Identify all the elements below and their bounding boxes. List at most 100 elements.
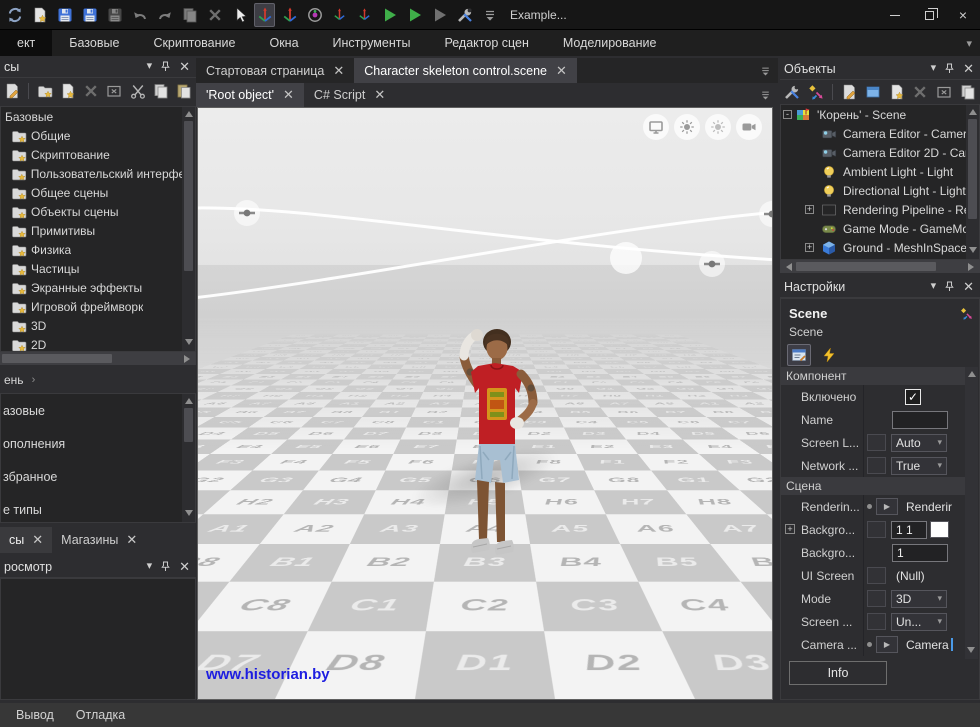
expand-button[interactable]: ▶ [876,636,898,653]
close-button[interactable]: × [946,0,980,30]
scroll-up-icon[interactable] [185,398,193,404]
resource-group-1[interactable]: ополнения [1,427,195,460]
play-scene-icon[interactable] [379,3,400,27]
scroll-up-icon[interactable] [968,371,976,377]
bottom-tab-1[interactable]: Отладка [76,708,125,722]
resource-group-3[interactable]: е типы [1,493,195,526]
scroll-down-icon[interactable] [185,510,193,516]
objects-tree-item-2[interactable]: Camera Editor 2D - Cam [781,143,979,162]
text-input[interactable] [892,411,948,429]
objects-tree-item-6[interactable]: Game Mode - GameMode [781,219,979,238]
resource-group-2[interactable]: збранное [1,460,195,493]
tree-expander-icon[interactable]: - [783,110,792,119]
resources-folder-5[interactable]: Примитивы [1,221,195,240]
resource-group-0[interactable]: азовые [1,394,195,427]
color-value-input[interactable]: 1 1 [891,521,927,539]
duplicate-object-icon[interactable] [958,80,977,104]
bottom-tab-0[interactable]: Вывод [16,708,54,722]
resources-folder-11[interactable]: 2D [1,335,195,352]
duplicate-icon[interactable] [179,3,200,27]
objects-tree-item-3[interactable]: Ambient Light - Light [781,162,979,181]
objects-tree-item-0[interactable]: -'Корень' - Scene [781,105,979,124]
scroll-up-icon[interactable] [969,109,977,115]
tree-expander-icon[interactable]: + [805,243,814,252]
resources-folder-10[interactable]: 3D [1,316,195,335]
dropdown[interactable]: True▾ [891,457,947,475]
new-object-icon[interactable] [887,80,906,104]
save-icon[interactable] [54,3,75,27]
tab-close-icon[interactable]: ✕ [32,532,43,548]
rename-resource-icon[interactable] [105,79,123,103]
tab-close-icon[interactable]: ✕ [374,87,385,103]
play-disabled-icon[interactable] [429,3,450,27]
panel-pin-icon[interactable] [943,280,956,293]
refresh-icon[interactable] [4,3,25,27]
delete-resource-icon[interactable] [82,79,100,103]
edit-resource-icon[interactable] [3,79,21,103]
menu-item-2[interactable]: Скриптование [136,30,252,56]
scroll-left-icon[interactable] [786,263,792,271]
paste-icon[interactable] [175,79,193,103]
menu-item-6[interactable]: Моделирование [546,30,674,56]
lighting-dim-button[interactable] [705,114,731,140]
panel-close-icon[interactable]: ✕ [963,280,974,293]
delete-icon[interactable] [204,3,225,27]
panel-pin-icon[interactable] [943,62,956,75]
resources-folder-7[interactable]: Частицы [1,259,195,278]
select-objects-icon[interactable] [229,3,250,27]
new-resource-icon[interactable] [29,3,50,27]
tab-close-icon[interactable]: ✕ [333,63,344,79]
resources-folder-2[interactable]: Пользовательский интерфейс [1,164,195,183]
resources-folder-9[interactable]: Игровой фреймворк [1,297,195,316]
scene-viewport[interactable]: D1D2D3D4D5D6D7D8D1D2D3D4D5D6D7D8D1C2C3C4… [197,107,773,700]
scroll-thumb[interactable] [184,408,193,442]
scroll-right-icon[interactable] [184,355,190,363]
reset-button[interactable] [867,457,886,474]
undo-icon[interactable] [129,3,150,27]
scroll-right-icon[interactable] [968,263,974,271]
panel-pin-icon[interactable] [159,60,172,73]
objects-tree-item-5[interactable]: +Rendering Pipeline - Ren [781,200,979,219]
panel-caret-icon[interactable]: ▾ [147,61,153,72]
panel-caret-icon[interactable]: ▾ [931,63,937,74]
new-file-icon[interactable] [59,79,77,103]
panel-pin-icon[interactable] [159,560,172,573]
doc-tab-tabrow2-1[interactable]: C# Script✕ [304,83,395,107]
display-mode-button[interactable] [643,114,669,140]
events-view-button[interactable] [817,344,841,366]
dropdown[interactable]: 3D▾ [891,590,947,608]
settings-scrollbar[interactable] [965,367,978,659]
scroll-down-icon[interactable] [969,247,977,253]
resources-tree-scrollbar[interactable] [182,107,195,351]
resources-folder-6[interactable]: Физика [1,240,195,259]
resources-folder-8[interactable]: Экранные эффекты [1,278,195,297]
resources-folder-0[interactable]: Общие [1,126,195,145]
reset-button[interactable] [867,521,886,538]
checkbox[interactable]: ✓ [905,389,921,405]
rename-object-icon[interactable] [935,80,954,104]
dropdown[interactable]: Un...▾ [891,613,947,631]
reset-button[interactable] [867,613,886,630]
row-expand-icon[interactable]: + [785,524,795,534]
reset-button[interactable] [867,434,886,451]
menu-item-3[interactable]: Окна [252,30,315,56]
scroll-down-icon[interactable] [185,339,193,345]
scroll-up-icon[interactable] [185,111,193,117]
tab-close-icon[interactable]: ✕ [126,532,137,548]
rotate-gizmo-icon[interactable] [279,3,300,27]
tab-close-icon[interactable]: ✕ [283,87,294,103]
move-gizmo-icon[interactable] [254,3,275,27]
cut-icon[interactable] [129,79,147,103]
objects-tree-scrollbar[interactable] [966,105,979,259]
reset-button[interactable] [867,567,886,584]
menu-item-5[interactable]: Редактор сцен [427,30,545,56]
scroll-thumb[interactable] [968,119,977,219]
character-model[interactable] [433,326,558,574]
menu-overflow-icon[interactable]: ▾ [966,30,972,56]
save-all-icon[interactable] [104,3,125,27]
tab-list-icon[interactable] [759,89,772,102]
groups-scrollbar[interactable] [182,394,195,522]
objects-tree-item-1[interactable]: Camera Editor - Camera [781,124,979,143]
menu-item-4[interactable]: Инструменты [316,30,428,56]
redo-icon[interactable] [154,3,175,27]
